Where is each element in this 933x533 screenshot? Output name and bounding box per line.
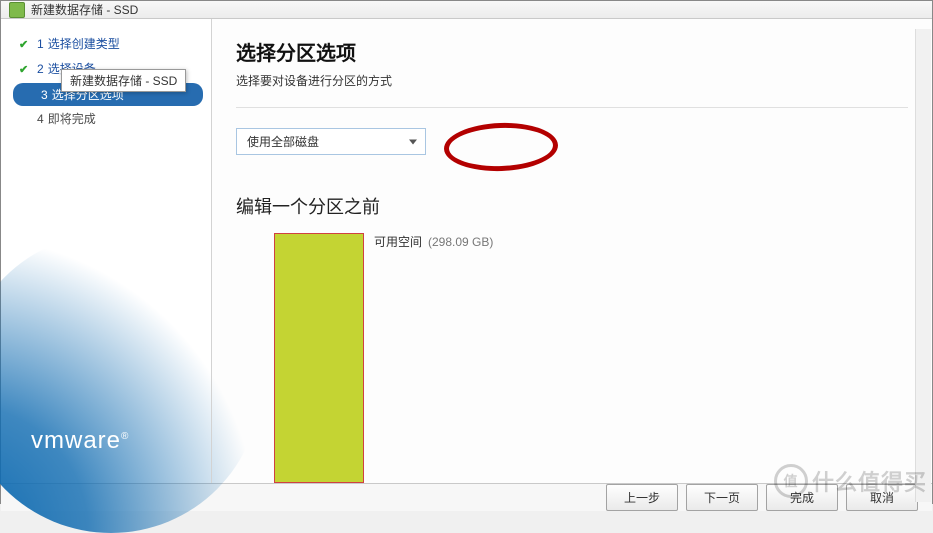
page-subtitle: 选择要对设备进行分区的方式 bbox=[236, 72, 908, 89]
chevron-down-icon bbox=[409, 139, 417, 144]
partition-info: 可用空间 (298.09 GB) bbox=[374, 233, 493, 250]
finish-button[interactable]: 完成 bbox=[766, 484, 838, 511]
check-icon bbox=[19, 37, 33, 51]
partition-preview: 可用空间 (298.09 GB) bbox=[274, 233, 908, 483]
logo-text: vmware bbox=[31, 427, 121, 454]
tooltip: 新建数据存储 - SSD bbox=[61, 69, 186, 92]
app-icon bbox=[9, 2, 25, 18]
step-4[interactable]: 4 即将完成 bbox=[13, 108, 211, 131]
footer: 上一步 下一页 完成 取消 bbox=[1, 483, 932, 511]
step-num: 2 bbox=[37, 62, 44, 76]
step-num: 1 bbox=[37, 37, 44, 51]
body: 1 选择创建类型 2 选择设备 3 选择分区选项 4 即将完成 bbox=[1, 19, 932, 483]
titlebar: 新建数据存储 - SSD bbox=[1, 1, 932, 19]
step-1[interactable]: 1 选择创建类型 bbox=[13, 33, 211, 56]
partition-mode-dropdown[interactable]: 使用全部磁盘 bbox=[236, 128, 426, 155]
next-button[interactable]: 下一页 bbox=[686, 484, 758, 511]
registered-icon: ® bbox=[121, 431, 129, 442]
check-icon bbox=[19, 62, 33, 76]
step-num: 3 bbox=[41, 88, 48, 102]
free-space-block[interactable] bbox=[274, 233, 364, 483]
partition-section-title: 编辑一个分区之前 bbox=[236, 193, 908, 219]
step-label: 选择创建类型 bbox=[48, 35, 120, 52]
page-heading: 选择分区选项 bbox=[236, 37, 908, 66]
window-title: 新建数据存储 - SSD bbox=[31, 1, 138, 18]
step-label: 即将完成 bbox=[48, 110, 96, 127]
annotation-circle bbox=[443, 121, 559, 173]
back-button[interactable]: 上一步 bbox=[606, 484, 678, 511]
content-pane: 选择分区选项 选择要对设备进行分区的方式 使用全部磁盘 编辑一个分区之前 可用空… bbox=[211, 19, 932, 483]
divider bbox=[236, 107, 908, 108]
dropdown-selected: 使用全部磁盘 bbox=[247, 135, 319, 149]
step-num: 4 bbox=[37, 112, 44, 126]
partition-size: (298.09 GB) bbox=[428, 235, 493, 249]
vmware-logo: vmware® bbox=[31, 427, 129, 455]
vertical-scrollbar[interactable] bbox=[915, 29, 931, 502]
cancel-button[interactable]: 取消 bbox=[846, 484, 918, 511]
partition-label: 可用空间 bbox=[374, 233, 422, 250]
wizard-window: 新建数据存储 - SSD 1 选择创建类型 2 选择设备 3 选择分区选项 bbox=[0, 0, 933, 504]
sidebar: 1 选择创建类型 2 选择设备 3 选择分区选项 4 即将完成 bbox=[1, 19, 211, 483]
